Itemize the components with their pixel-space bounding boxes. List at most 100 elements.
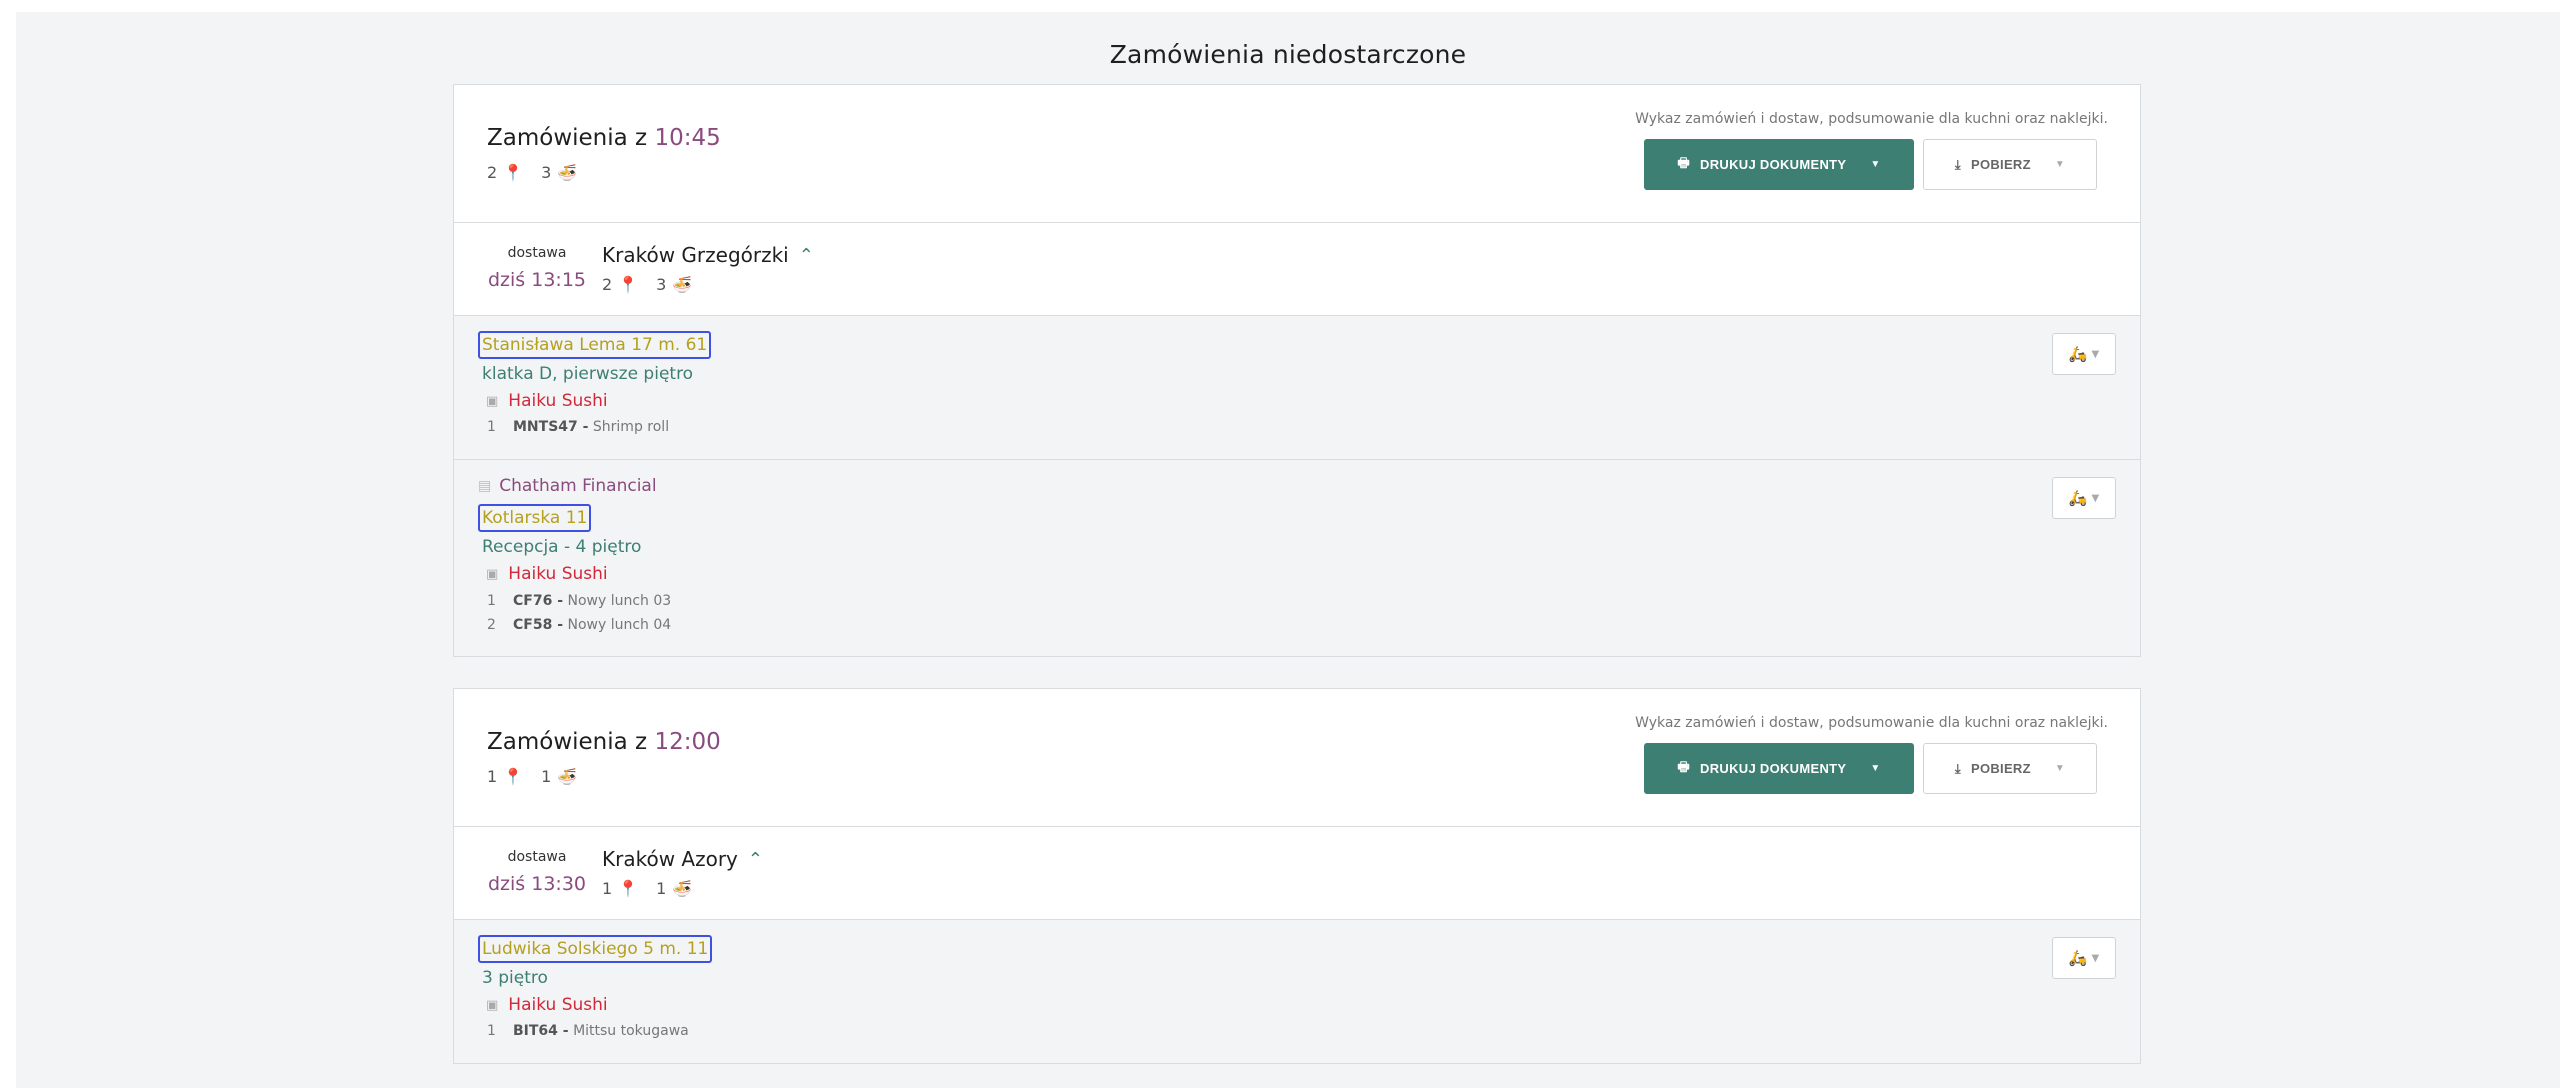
print-documents-button[interactable]: 🖶 DRUKUJ DOKUMENTY ▼ <box>1644 139 1914 190</box>
shop-icon: ▣ <box>486 997 499 1013</box>
batch-title: Zamówienia z 12:00 <box>487 729 721 755</box>
scooter-icon: 🛵 <box>2068 949 2088 967</box>
download-label: POBIERZ <box>1970 761 2031 776</box>
batch-time: 12:00 <box>654 729 721 755</box>
batch-header: Zamówienia z 12:00 1 📍 1 🍜 Wykaz zamówie… <box>454 689 2140 827</box>
download-label: POBIERZ <box>1970 157 2031 172</box>
route-time: dziś 13:15 <box>487 269 586 291</box>
batch-header: Zamówienia z 10:45 2 📍 3 🍜 Wykaz zamówie… <box>454 85 2140 223</box>
item-quantity: 1 <box>487 419 496 435</box>
download-icon: ⤓ <box>1954 156 1961 172</box>
location-count: 2 <box>602 275 613 294</box>
item-code: MNTS47 - <box>513 419 589 435</box>
route-counts: 1 📍 1 🍜 <box>602 879 704 898</box>
batch-description: Wykaz zamówień i dostaw, podsumowanie dl… <box>1635 111 2108 127</box>
route-kind: dostawa <box>507 849 567 865</box>
delivery-note: Recepcja - 4 piętro <box>482 537 642 557</box>
map-pin-icon: 📍 <box>503 767 524 786</box>
delivery-note: 3 piętro <box>482 968 548 988</box>
item-quantity: 1 <box>487 1023 496 1039</box>
meal-count: 3 <box>541 163 552 182</box>
restaurant-name: Haiku Sushi <box>508 391 608 411</box>
delivery-route: dostawa dziś 13:30 Kraków Azory ⌃ 1 📍 1 … <box>454 827 2140 920</box>
scooter-icon: 🛵 <box>2068 345 2088 363</box>
meal-count: 3 <box>656 275 667 294</box>
delivery-note: klatka D, pierwsze piętro <box>482 364 694 384</box>
download-icon: ⤓ <box>1954 760 1961 776</box>
company-name: Chatham Financial <box>499 476 657 496</box>
delivery-stop: ▤ Chatham Financial Kotlarska 11 Recepcj… <box>454 460 2140 656</box>
item-name: Shrimp roll <box>592 419 670 435</box>
batch-title: Zamówienia z 10:45 <box>487 125 721 151</box>
restaurant: ▣ Haiku Sushi <box>486 564 608 584</box>
delivery-address[interactable]: Stanisława Lema 17 m. 61 <box>478 331 712 359</box>
route-kind: dostawa <box>507 245 567 261</box>
printer-icon: 🖶 <box>1677 758 1690 774</box>
delivery-route: dostawa dziś 13:15 Kraków Grzegórzki ⌃ 2… <box>454 223 2140 316</box>
item-code: CF58 - <box>513 617 564 633</box>
route-name[interactable]: Kraków Azory ⌃ <box>602 847 763 871</box>
building-icon: ▤ <box>478 478 492 494</box>
restaurant: ▣ Haiku Sushi <box>486 995 608 1015</box>
print-documents-button[interactable]: 🖶 DRUKUJ DOKUMENTY ▼ <box>1644 743 1914 794</box>
printer-icon: 🖶 <box>1677 154 1690 170</box>
assign-courier-button[interactable]: 🛵 ▼ <box>2052 477 2116 519</box>
download-button[interactable]: ⤓ POBIERZ ▼ <box>1923 743 2097 794</box>
batch-description: Wykaz zamówień i dostaw, podsumowanie dl… <box>1635 715 2108 731</box>
batch-title-prefix: Zamówienia z <box>487 729 648 755</box>
batch-counts: 1 📍 1 🍜 <box>487 767 589 786</box>
scooter-icon: 🛵 <box>2068 489 2088 507</box>
caret-down-icon: ▼ <box>2091 348 2100 360</box>
page-title: Zamówienia niedostarczone <box>1109 40 1467 69</box>
page: Zamówienia niedostarczone Zamówienia z 1… <box>16 12 2560 1088</box>
delivery-stop: Ludwika Solskiego 5 m. 11 3 piętro ▣ Hai… <box>454 920 2140 1063</box>
shop-icon: ▣ <box>486 566 499 582</box>
caret-down-icon: ▼ <box>2091 952 2100 964</box>
caret-down-icon: ▼ <box>1870 763 1881 774</box>
restaurant-name: Haiku Sushi <box>508 995 608 1015</box>
caret-down-icon: ▼ <box>1870 159 1881 170</box>
restaurant: ▣ Haiku Sushi <box>486 391 608 411</box>
print-documents-label: DRUKUJ DOKUMENTY <box>1700 157 1847 172</box>
caret-down-icon: ▼ <box>2054 763 2066 774</box>
order-item: 2 CF58 - Nowy lunch 04 <box>487 617 671 633</box>
download-button[interactable]: ⤓ POBIERZ ▼ <box>1923 139 2097 190</box>
delivery-address[interactable]: Ludwika Solskiego 5 m. 11 <box>478 935 713 963</box>
map-pin-icon: 📍 <box>503 163 524 182</box>
order-item: 1 CF76 - Nowy lunch 03 <box>487 593 671 609</box>
assign-courier-button[interactable]: 🛵 ▼ <box>2052 937 2116 979</box>
restaurant-name: Haiku Sushi <box>508 564 608 584</box>
bowl-icon: 🍜 <box>672 879 693 898</box>
location-count: 2 <box>487 163 498 182</box>
assign-courier-button[interactable]: 🛵 ▼ <box>2052 333 2116 375</box>
delivery-address[interactable]: Kotlarska 11 <box>478 504 592 532</box>
batch-title-prefix: Zamówienia z <box>487 125 648 151</box>
item-name: Mittsu tokugawa <box>573 1023 689 1039</box>
item-name: Nowy lunch 03 <box>567 593 672 609</box>
company: ▤ Chatham Financial <box>478 476 657 496</box>
meal-count: 1 <box>541 767 552 786</box>
item-code: BIT64 - <box>513 1023 569 1039</box>
meal-count: 1 <box>656 879 667 898</box>
print-documents-label: DRUKUJ DOKUMENTY <box>1700 761 1847 776</box>
shop-icon: ▣ <box>486 393 499 409</box>
item-name: Nowy lunch 04 <box>567 617 672 633</box>
chevron-up-icon[interactable]: ⌃ <box>748 849 763 870</box>
location-count: 1 <box>487 767 498 786</box>
batch-time: 10:45 <box>654 125 721 151</box>
batch-counts: 2 📍 3 🍜 <box>487 163 589 182</box>
order-batch: Zamówienia z 10:45 2 📍 3 🍜 Wykaz zamówie… <box>453 84 2141 657</box>
order-item: 1 MNTS47 - Shrimp roll <box>487 419 669 435</box>
order-item: 1 BIT64 - Mittsu tokugawa <box>487 1023 689 1039</box>
bowl-icon: 🍜 <box>672 275 693 294</box>
order-batch: Zamówienia z 12:00 1 📍 1 🍜 Wykaz zamówie… <box>453 688 2141 1064</box>
route-name-label: Kraków Azory <box>602 847 738 871</box>
item-code: CF76 - <box>513 593 564 609</box>
route-name-label: Kraków Grzegórzki <box>602 243 789 267</box>
chevron-up-icon[interactable]: ⌃ <box>799 245 814 266</box>
route-name[interactable]: Kraków Grzegórzki ⌃ <box>602 243 814 267</box>
location-count: 1 <box>602 879 613 898</box>
map-pin-icon: 📍 <box>618 275 639 294</box>
item-quantity: 1 <box>487 593 496 609</box>
caret-down-icon: ▼ <box>2054 159 2066 170</box>
